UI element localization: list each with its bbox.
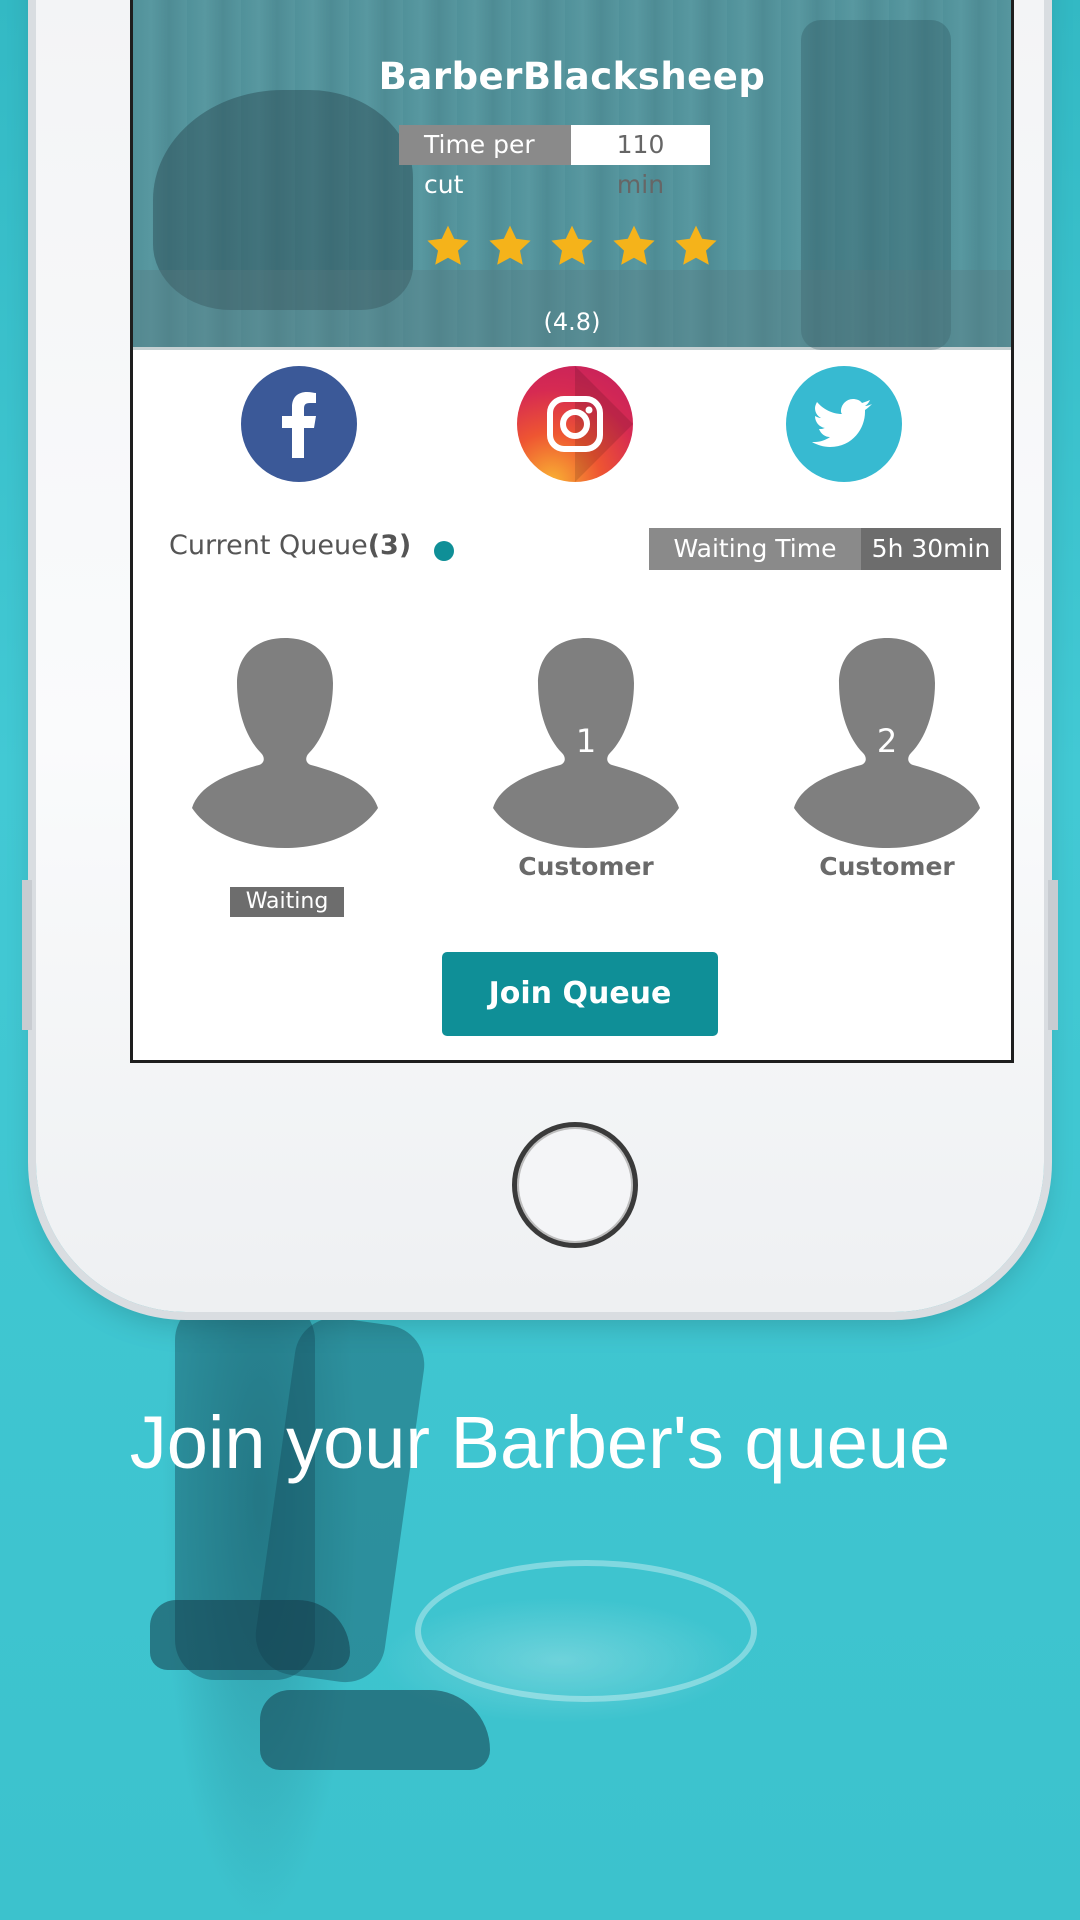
current-queue-text: Current Queue: [169, 530, 368, 561]
queue-position-number: 2: [876, 722, 898, 760]
background-chair-base: [415, 1560, 757, 1702]
phone-frame: BarberBlacksheep Time per cut 110 min (4…: [22, 0, 1058, 1312]
queue-position-number: 1: [575, 722, 597, 760]
time-per-cut: Time per cut 110 min: [399, 125, 710, 199]
current-queue-count: (3): [367, 530, 412, 561]
phone-side-button: [1048, 880, 1058, 1030]
person-silhouette-icon: [192, 638, 378, 848]
shop-name: BarberBlacksheep: [378, 55, 766, 98]
waiting-time: Waiting Time 5h 30min: [649, 528, 1001, 570]
home-button[interactable]: [512, 1122, 638, 1248]
phone-screen: BarberBlacksheep Time per cut 110 min (4…: [130, 0, 1014, 1063]
background-shoe: [260, 1690, 490, 1770]
shop-header: BarberBlacksheep Time per cut 110 min (4…: [133, 0, 1011, 350]
join-queue-button[interactable]: Join Queue: [442, 952, 718, 1036]
twitter-icon: [812, 399, 872, 447]
rating-stars: [133, 222, 1011, 270]
queue-person-waiting: [192, 638, 378, 848]
waiting-time-label: Waiting Time: [649, 528, 861, 570]
star-icon: [613, 225, 655, 265]
queue-person-2: 2: [794, 638, 980, 848]
facebook-button[interactable]: [241, 366, 357, 482]
instagram-icon: [547, 366, 633, 482]
tagline: Join your Barber's queue: [129, 1401, 951, 1484]
customer-label: Customer: [819, 852, 955, 881]
time-per-cut-label: Time per cut: [399, 125, 571, 199]
star-icon: [427, 225, 469, 265]
star-icon: [489, 225, 531, 265]
background-shoe: [150, 1600, 350, 1670]
customer-label: Customer: [518, 852, 654, 881]
waiting-time-value: 5h 30min: [861, 528, 1001, 570]
twitter-button[interactable]: [786, 366, 902, 482]
star-icon: [551, 225, 593, 265]
queue-person-1: 1: [493, 638, 679, 848]
rating-value: (4.8): [543, 308, 601, 336]
instagram-button[interactable]: [517, 366, 633, 482]
time-per-cut-value: 110 min: [571, 125, 710, 199]
waiting-status-tag: Waiting: [230, 887, 344, 917]
facebook-icon: [282, 392, 316, 458]
phone-side-button: [22, 880, 32, 1030]
star-icon: [675, 225, 717, 265]
queue-status-dot: [434, 541, 454, 561]
current-queue-label: Current Queue(3): [169, 530, 411, 561]
